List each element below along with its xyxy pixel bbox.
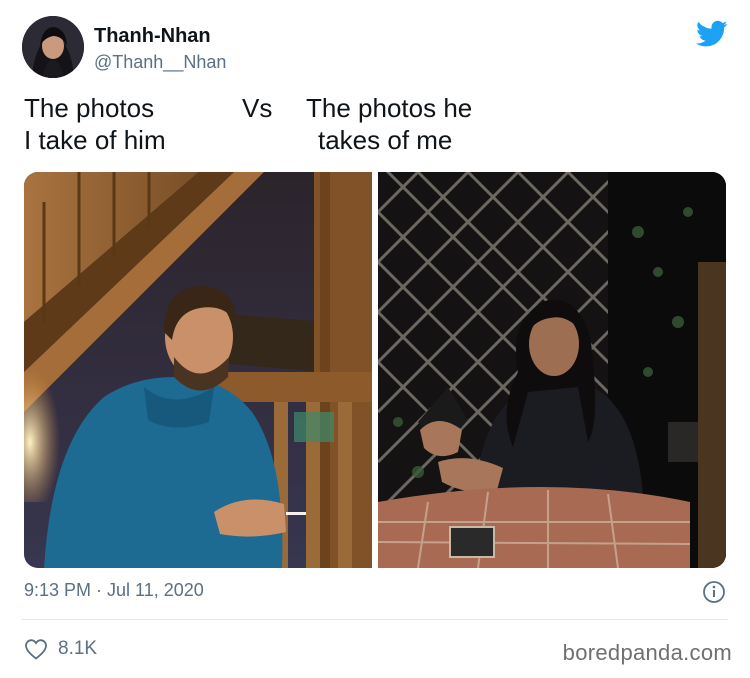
author-names: Thanh-Nhan @Thanh__Nhan	[94, 24, 226, 74]
tweet-timestamp[interactable]: 9:13 PM · Jul 11, 2020	[24, 580, 204, 601]
tweet-media	[24, 172, 726, 568]
twitter-bird-icon[interactable]	[696, 20, 728, 48]
caption-right-line2: takes of me	[318, 125, 453, 155]
action-divider	[22, 619, 728, 620]
source-watermark: boredpanda.com	[562, 640, 732, 665]
tweet-card: Thanh-Nhan @Thanh__Nhan The photos I tak…	[0, 0, 750, 678]
author-handle[interactable]: @Thanh__Nhan	[94, 50, 226, 74]
caption-left: The photos I take of him	[24, 92, 166, 156]
tweet-text: The photos I take of him Vs The photos h…	[22, 92, 728, 162]
like-count: 8.1K	[58, 638, 98, 659]
author-avatar[interactable]	[22, 16, 84, 78]
caption-right: The photos he takes of me	[306, 92, 472, 156]
author-display-name[interactable]: Thanh-Nhan	[94, 24, 226, 48]
caption-left-line1: The photos	[24, 93, 155, 123]
like-action[interactable]: 8.1K	[24, 636, 97, 662]
caption-left-line2: I take of him	[24, 125, 166, 155]
tweet-header: Thanh-Nhan @Thanh__Nhan	[22, 16, 728, 80]
photo-man-in-blue-hoodie[interactable]	[24, 172, 372, 568]
caption-right-line1: The photos he	[306, 93, 473, 123]
heart-icon[interactable]	[24, 638, 48, 660]
info-icon[interactable]	[702, 580, 726, 604]
caption-separator: Vs	[242, 93, 273, 123]
photo-woman-at-table-night[interactable]	[378, 172, 726, 568]
